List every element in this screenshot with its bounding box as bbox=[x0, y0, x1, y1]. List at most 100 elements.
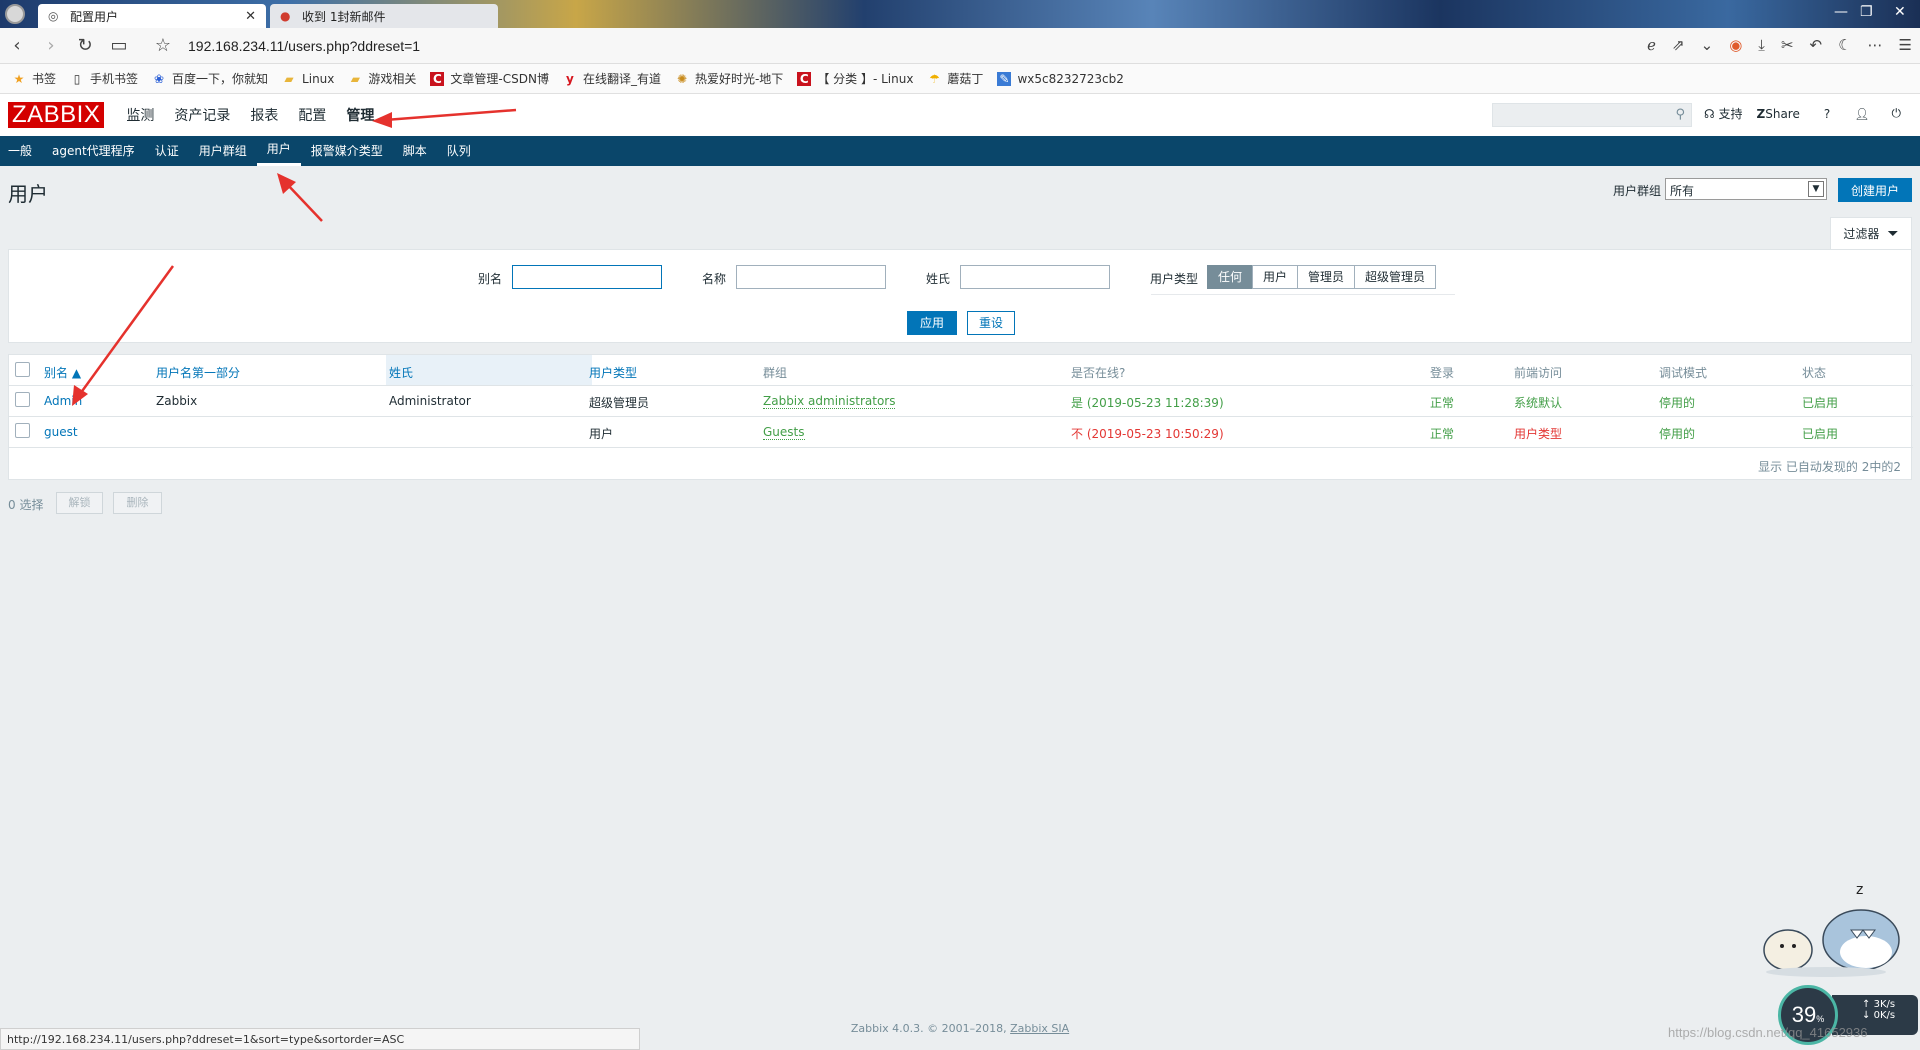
reader-icon[interactable]: ▭ bbox=[102, 35, 136, 56]
ie-mode-icon[interactable]: ℯ bbox=[1647, 36, 1656, 54]
menu-icon[interactable]: ☰ bbox=[1899, 36, 1912, 54]
top-menu-inventory[interactable]: 资产记录 bbox=[164, 105, 240, 125]
row-checkbox[interactable] bbox=[15, 392, 30, 407]
browser-tab-active[interactable]: ◎ 配置用户 ✕ bbox=[38, 4, 266, 28]
minimize-icon[interactable]: — bbox=[1834, 4, 1848, 20]
user-type: 用户 bbox=[589, 427, 614, 441]
apply-button[interactable]: 应用 bbox=[907, 311, 957, 335]
zabbix-logo[interactable]: ZABBIX bbox=[8, 102, 105, 128]
back-icon[interactable]: ‹ bbox=[0, 35, 34, 56]
logout-icon[interactable]: ⏻ bbox=[1891, 106, 1901, 121]
bookmark-item[interactable]: C 【 分类 】- Linux bbox=[797, 70, 913, 87]
top-menu-monitoring[interactable]: 监测 bbox=[116, 105, 164, 125]
user-alias-link[interactable]: Admin bbox=[44, 394, 82, 408]
download-arrow-icon: ↓ bbox=[1862, 1010, 1871, 1021]
youdao-icon: y bbox=[566, 71, 574, 86]
address-bar: ‹ › ↻ ▭ ☆ 192.168.234.11/users.php?ddres… bbox=[0, 28, 1920, 64]
shark-seal-mascot-icon: z bbox=[1763, 882, 1900, 977]
bookmark-item[interactable]: ▯ 手机书签 bbox=[70, 70, 138, 87]
night-mode-icon[interactable]: ☾ bbox=[1838, 36, 1851, 54]
sub-menu-authentication[interactable]: 认证 bbox=[145, 136, 189, 166]
forward-icon[interactable]: › bbox=[34, 35, 68, 56]
help-link[interactable]: ? bbox=[1824, 107, 1830, 121]
sub-menu-media-types[interactable]: 报警媒介类型 bbox=[301, 136, 393, 166]
share-link[interactable]: ZShare bbox=[1757, 107, 1800, 121]
unblock-button[interactable]: 解锁 bbox=[56, 492, 103, 514]
top-menu-configuration[interactable]: 配置 bbox=[288, 105, 336, 125]
filter-tab[interactable]: 过滤器 ⏷ bbox=[1830, 217, 1912, 249]
window-close-icon[interactable]: ✕ bbox=[1894, 4, 1906, 20]
user-group-select[interactable]: 所有 ▼ bbox=[1665, 178, 1827, 200]
user-type-admin[interactable]: 管理员 bbox=[1297, 265, 1356, 289]
sub-menu-proxies[interactable]: agent代理程序 bbox=[42, 136, 145, 166]
user-name: Zabbix bbox=[156, 394, 198, 408]
user-alias-link[interactable]: guest bbox=[44, 425, 78, 439]
sub-menu-queue[interactable]: 队列 bbox=[437, 136, 481, 166]
scissors-icon[interactable]: ✂ bbox=[1781, 36, 1794, 54]
user-status[interactable]: 已启用 bbox=[1802, 394, 1838, 411]
user-type-super-admin[interactable]: 超级管理员 bbox=[1354, 265, 1437, 289]
reset-button[interactable]: 重设 bbox=[967, 311, 1015, 335]
row-checkbox[interactable] bbox=[15, 423, 30, 438]
undo-icon[interactable]: ↶ bbox=[1810, 36, 1823, 54]
sub-menu-general[interactable]: 一般 bbox=[8, 136, 42, 166]
bookmark-item[interactable]: ★ 书签 bbox=[12, 70, 56, 87]
column-header-alias[interactable]: 别名 ▲ bbox=[44, 364, 81, 381]
browser-tab-inactive[interactable]: ● 收到 1封新邮件 bbox=[270, 4, 498, 28]
user-online-status: 不 (2019-05-23 10:50:29) bbox=[1071, 427, 1224, 441]
dropdown-icon[interactable]: ⌄ bbox=[1701, 36, 1714, 54]
restore-icon[interactable]: ❐ bbox=[1860, 4, 1873, 20]
top-menu-administration[interactable]: 管理 bbox=[336, 105, 384, 125]
funnel-icon: ⏷ bbox=[1887, 225, 1899, 242]
sub-menu-users[interactable]: 用户 bbox=[256, 136, 301, 166]
bookmark-item[interactable]: ✎ wx5c8232723cb2 bbox=[997, 71, 1124, 86]
column-header-status: 状态 bbox=[1802, 366, 1827, 380]
search-icon[interactable]: ⚲ bbox=[1675, 107, 1685, 122]
select-all-checkbox[interactable] bbox=[15, 362, 30, 377]
close-icon[interactable]: ✕ bbox=[245, 9, 256, 24]
delete-button[interactable]: 删除 bbox=[113, 492, 162, 514]
name-input[interactable] bbox=[736, 265, 886, 289]
favorite-star-icon[interactable]: ☆ bbox=[146, 35, 180, 56]
folder-icon: ▰ bbox=[284, 71, 294, 86]
column-header-name[interactable]: 用户名第一部分 bbox=[156, 364, 240, 381]
global-search-input[interactable]: ⚲ bbox=[1492, 103, 1692, 127]
top-menu-reports[interactable]: 报表 bbox=[240, 105, 288, 125]
user-status[interactable]: 已启用 bbox=[1802, 425, 1838, 442]
url-input[interactable]: 192.168.234.11/users.php?ddreset=1 bbox=[188, 38, 420, 54]
alias-input[interactable] bbox=[512, 265, 662, 289]
game-icon[interactable]: ◉ bbox=[1729, 36, 1742, 54]
column-header-surname[interactable]: 姓氏 bbox=[389, 364, 413, 381]
bookmark-item[interactable]: y 在线翻译_有道 bbox=[563, 70, 661, 87]
filter-panel: 别名 名称 姓氏 用户类型 任何 用户 管理员 超级管理员 应用 重设 bbox=[8, 249, 1912, 343]
bookmark-item[interactable]: ▰ 游戏相关 bbox=[348, 70, 417, 87]
user-group-link[interactable]: Zabbix administrators bbox=[763, 394, 896, 409]
sub-menu-user-groups[interactable]: 用户群组 bbox=[189, 136, 257, 166]
user-profile-icon[interactable]: 👤︎ bbox=[1854, 107, 1869, 121]
column-header-online: 是否在线? bbox=[1071, 366, 1126, 380]
bookmark-item[interactable]: ☂ 蘑菇丁 bbox=[927, 70, 983, 87]
folder-icon: ▰ bbox=[350, 71, 360, 86]
more-icon[interactable]: ⋯ bbox=[1868, 36, 1883, 54]
support-link[interactable]: ☊ 支持 bbox=[1704, 105, 1743, 122]
bookmark-item[interactable]: ✺ 热爱好时光-地下 bbox=[675, 70, 783, 87]
reload-icon[interactable]: ↻ bbox=[68, 35, 102, 56]
column-header-user-type[interactable]: 用户类型 bbox=[589, 364, 637, 381]
bookmark-item[interactable]: ❀ 百度一下，你就知 bbox=[152, 70, 268, 87]
user-type-label: 用户类型 bbox=[1150, 272, 1199, 286]
zabbix-sia-link[interactable]: Zabbix SIA bbox=[1010, 1022, 1069, 1035]
bookmark-item[interactable]: ▰ Linux bbox=[282, 72, 334, 86]
user-group-link[interactable]: Guests bbox=[763, 425, 805, 440]
user-type-user[interactable]: 用户 bbox=[1252, 265, 1299, 289]
user-type-any[interactable]: 任何 bbox=[1207, 265, 1254, 289]
profile-avatar-icon[interactable] bbox=[5, 4, 25, 24]
create-user-button[interactable]: 创建用户 bbox=[1838, 178, 1912, 202]
user-online-status: 是 (2019-05-23 11:28:39) bbox=[1071, 396, 1224, 410]
bookmark-item[interactable]: C 文章管理-CSDN博 bbox=[430, 70, 549, 87]
download-icon[interactable]: ⤓ bbox=[1758, 36, 1765, 54]
share-page-icon[interactable]: ⇗ bbox=[1672, 36, 1685, 54]
sub-menu-scripts[interactable]: 脚本 bbox=[393, 136, 437, 166]
baidu-icon: ❀ bbox=[154, 71, 165, 86]
selected-count: 0 选择 bbox=[8, 498, 44, 512]
surname-input[interactable] bbox=[960, 265, 1110, 289]
